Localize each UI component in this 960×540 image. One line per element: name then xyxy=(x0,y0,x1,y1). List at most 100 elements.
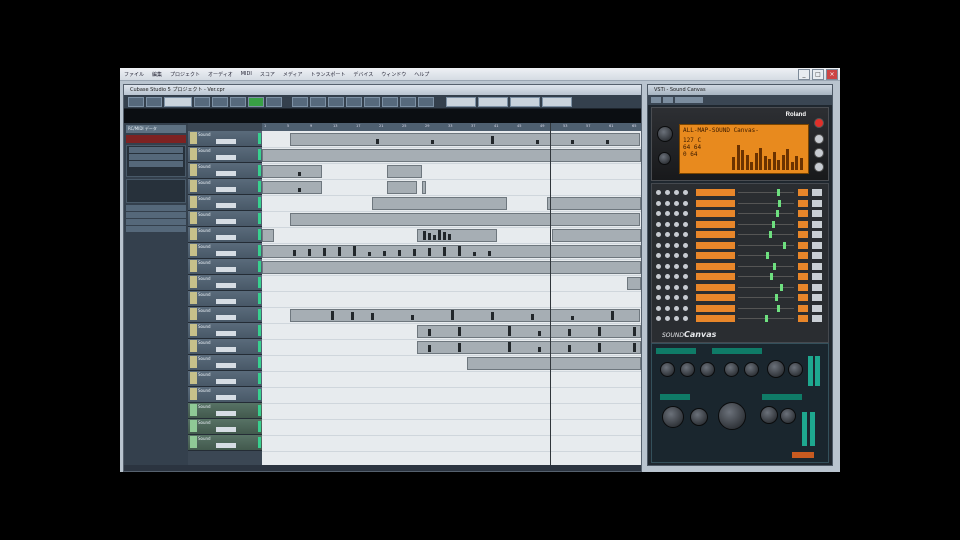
part-value[interactable] xyxy=(798,252,808,259)
part-row[interactable] xyxy=(656,220,822,230)
part-select-button[interactable] xyxy=(683,211,688,216)
part-solo-button[interactable] xyxy=(665,253,670,258)
part-pan[interactable] xyxy=(812,210,822,217)
part-edit-button[interactable] xyxy=(674,232,679,237)
toolbar-activate-button[interactable] xyxy=(128,96,144,107)
part-solo-button[interactable] xyxy=(665,305,670,311)
track-mute-solo[interactable] xyxy=(216,187,236,192)
part-select-button[interactable] xyxy=(683,232,688,237)
part-mute-button[interactable] xyxy=(656,190,661,195)
part-level-fader-knob[interactable] xyxy=(780,283,783,291)
part-pan[interactable] xyxy=(812,304,822,312)
effect-knob[interactable] xyxy=(680,362,695,377)
track-header[interactable]: Sound xyxy=(188,435,262,451)
part-value[interactable] xyxy=(798,315,808,322)
part-solo-button[interactable] xyxy=(665,200,670,206)
inspector-row[interactable] xyxy=(126,226,186,232)
track-lane[interactable] xyxy=(262,387,641,404)
toolbar-draw-tool[interactable] xyxy=(418,96,434,107)
track-name[interactable]: Sound xyxy=(198,276,211,281)
track-header[interactable]: Sound xyxy=(188,147,262,163)
track-header[interactable]: Sound xyxy=(188,355,262,371)
part-row[interactable] xyxy=(656,241,822,251)
volume-knob[interactable] xyxy=(657,126,673,142)
part-select-button[interactable] xyxy=(683,200,688,206)
toolbar-snap-select[interactable] xyxy=(446,96,476,107)
arrange-area[interactable]: 1 5 9 13 17 21 25 29 33 37 41 45 49 53 57 61 65 xyxy=(262,123,641,469)
track-header[interactable]: Sound xyxy=(188,419,262,435)
track-mute-solo[interactable] xyxy=(216,267,236,272)
effect-knob[interactable] xyxy=(660,362,675,377)
track-header[interactable]: Sound xyxy=(188,339,262,355)
menu-item[interactable]: メディア xyxy=(283,71,303,78)
track-mute-solo[interactable] xyxy=(216,427,236,432)
playback-cursor[interactable] xyxy=(550,123,551,469)
part-solo-button[interactable] xyxy=(665,190,670,195)
part-value[interactable] xyxy=(798,283,808,291)
track-name[interactable]: Sound xyxy=(198,356,211,361)
toolbar-rewind-button[interactable] xyxy=(194,96,210,107)
part-select-button[interactable] xyxy=(683,263,688,269)
effect-knob[interactable] xyxy=(760,406,778,424)
track-mute-solo[interactable] xyxy=(216,379,236,384)
part-value[interactable] xyxy=(798,220,808,228)
toolbar-range-tool[interactable] xyxy=(310,96,326,107)
inspector-row[interactable] xyxy=(126,205,186,211)
track-name[interactable]: Sound xyxy=(198,180,211,185)
part-row[interactable] xyxy=(656,272,822,282)
part-solo-button[interactable] xyxy=(665,316,670,321)
track-mute-solo[interactable] xyxy=(216,411,236,416)
inspector-row[interactable] xyxy=(126,212,186,218)
part-mute-button[interactable] xyxy=(656,274,661,279)
part-mute-button[interactable] xyxy=(656,221,661,227)
midi-part[interactable] xyxy=(417,325,641,338)
inspector-row[interactable] xyxy=(129,161,183,167)
part-row[interactable] xyxy=(656,209,822,219)
track-mute-solo[interactable] xyxy=(216,315,236,320)
part-instrument-name[interactable] xyxy=(696,189,735,196)
part-row[interactable] xyxy=(656,251,822,261)
toolbar-play-button[interactable] xyxy=(248,96,264,107)
part-instrument-name[interactable] xyxy=(696,220,735,228)
menu-item[interactable]: MIDI xyxy=(241,71,252,77)
track-name[interactable]: Sound xyxy=(198,260,211,265)
inspector-row[interactable] xyxy=(126,219,186,225)
midi-part[interactable] xyxy=(422,181,426,194)
menu-item[interactable]: ウィンドウ xyxy=(381,71,406,78)
toolbar-mode-select[interactable] xyxy=(164,96,192,107)
track-name[interactable]: Sound xyxy=(198,292,211,297)
midi-part[interactable] xyxy=(290,133,640,146)
part-instrument-name[interactable] xyxy=(696,273,735,280)
reset-button[interactable] xyxy=(814,118,824,128)
track-header[interactable]: Sound xyxy=(188,131,262,147)
inspector-track-settings[interactable] xyxy=(126,145,186,177)
track-name[interactable]: Sound xyxy=(198,308,211,313)
track-mute-solo[interactable] xyxy=(216,235,236,240)
part-pan[interactable] xyxy=(812,241,822,249)
effect-knob[interactable] xyxy=(744,362,759,377)
track-mute-solo[interactable] xyxy=(216,219,236,224)
menu-item[interactable]: オーディオ xyxy=(208,71,233,78)
part-level-fader[interactable] xyxy=(738,297,794,298)
part-level-fader-knob[interactable] xyxy=(776,210,780,217)
part-select-button[interactable] xyxy=(683,295,688,300)
track-mute-solo[interactable] xyxy=(216,171,236,176)
track-mute-solo[interactable] xyxy=(216,155,236,160)
part-edit-button[interactable] xyxy=(674,305,679,311)
midi-part[interactable] xyxy=(417,341,641,354)
part-mute-button[interactable] xyxy=(656,316,661,321)
part-row[interactable] xyxy=(656,283,822,293)
track-name[interactable]: Sound xyxy=(198,324,211,329)
part-mute-button[interactable] xyxy=(656,200,661,206)
part-select-button[interactable] xyxy=(683,242,688,248)
effect-knob[interactable] xyxy=(700,362,715,377)
midi-part[interactable] xyxy=(262,181,322,194)
midi-part[interactable] xyxy=(290,309,640,322)
part-select-button[interactable] xyxy=(683,284,688,290)
part-solo-button[interactable] xyxy=(665,295,670,300)
track-mute-solo[interactable] xyxy=(216,251,236,256)
part-solo-button[interactable] xyxy=(665,211,670,216)
toolbar-glue-tool[interactable] xyxy=(346,96,362,107)
midi-part[interactable] xyxy=(262,229,274,242)
part-instrument-name[interactable] xyxy=(696,283,735,291)
